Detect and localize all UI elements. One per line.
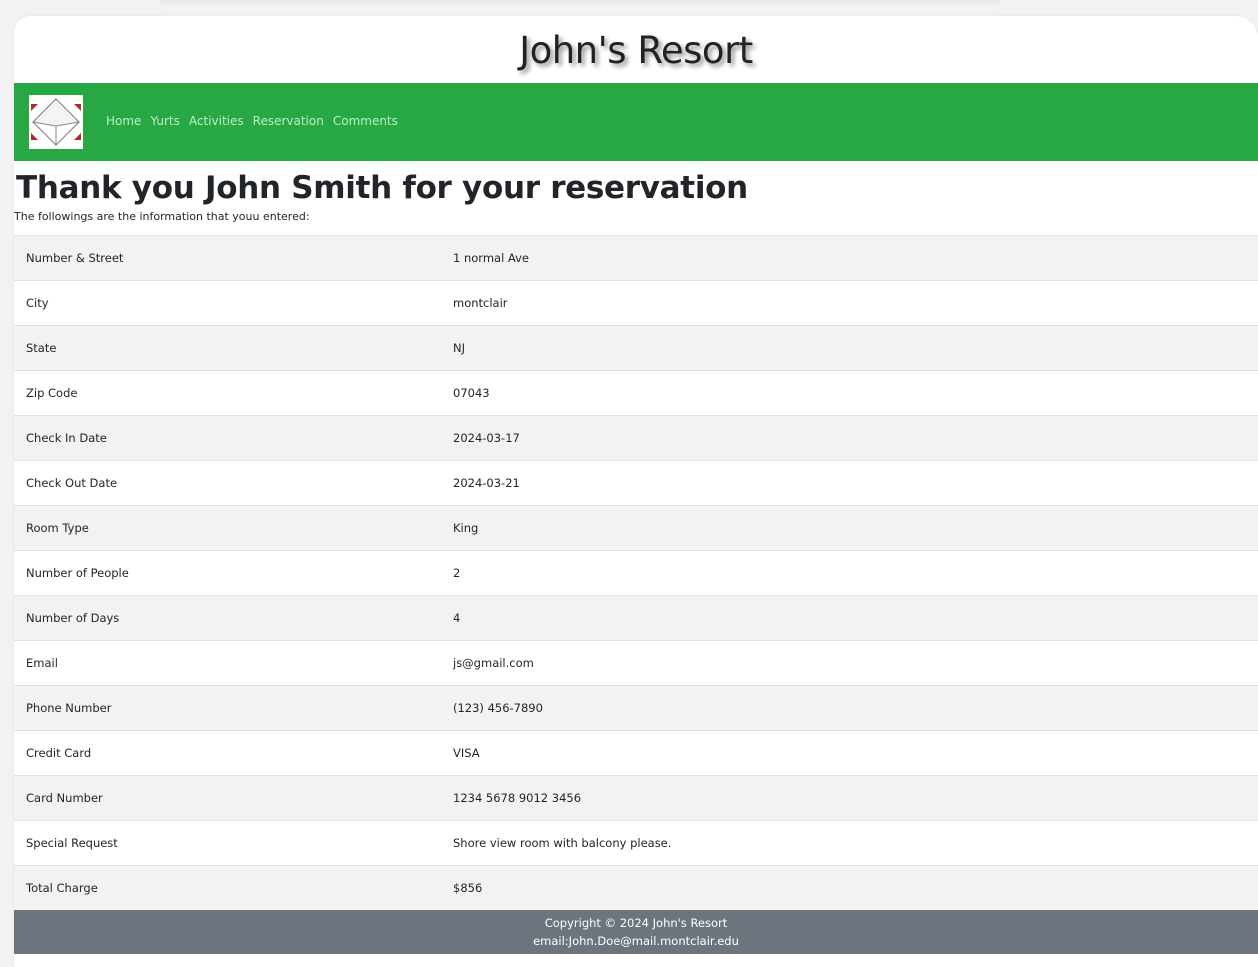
table-row: Phone Number (123) 456-7890 bbox=[14, 685, 1258, 731]
row-label: City bbox=[14, 280, 441, 326]
nav-link-comments[interactable]: Comments bbox=[333, 114, 398, 128]
row-label: Check In Date bbox=[14, 415, 441, 461]
table-row: Check In Date 2024-03-17 bbox=[14, 415, 1258, 461]
nav-link-yurts[interactable]: Yurts bbox=[150, 114, 179, 128]
row-label: Check Out Date bbox=[14, 460, 441, 506]
page-heading: Thank you John Smith for your reservatio… bbox=[16, 170, 748, 206]
row-value: 1234 5678 9012 3456 bbox=[441, 775, 1258, 821]
table-row: Room Type King bbox=[14, 505, 1258, 551]
table-row: Card Number 1234 5678 9012 3456 bbox=[14, 775, 1258, 821]
row-value: js@gmail.com bbox=[441, 640, 1258, 686]
footer-email: email:John.Doe@mail.montclair.edu bbox=[533, 934, 739, 948]
table-row: Check Out Date 2024-03-21 bbox=[14, 460, 1258, 506]
row-value: montclair bbox=[441, 280, 1258, 326]
row-label: Phone Number bbox=[14, 685, 441, 731]
row-value: (123) 456-7890 bbox=[441, 685, 1258, 731]
cube-logo-icon[interactable] bbox=[29, 95, 83, 149]
nav-links: Home Yurts Activities Reservation Commen… bbox=[106, 114, 407, 128]
row-value: VISA bbox=[441, 730, 1258, 776]
table-row: Email js@gmail.com bbox=[14, 640, 1258, 686]
table-row: Total Charge $856 bbox=[14, 865, 1258, 910]
nav-link-activities[interactable]: Activities bbox=[189, 114, 244, 128]
top-fade bbox=[160, 0, 1000, 10]
row-label: Credit Card bbox=[14, 730, 441, 776]
row-label: Special Request bbox=[14, 820, 441, 866]
row-label: Room Type bbox=[14, 505, 441, 551]
row-value: King bbox=[441, 505, 1258, 551]
row-value: 4 bbox=[441, 595, 1258, 641]
row-value: 07043 bbox=[441, 370, 1258, 416]
table-row: Number & Street 1 normal Ave bbox=[14, 235, 1258, 281]
footer: Copyright © 2024 John's Resort email:Joh… bbox=[14, 910, 1258, 954]
row-label: Email bbox=[14, 640, 441, 686]
nav-link-home[interactable]: Home bbox=[106, 114, 141, 128]
navbar: Home Yurts Activities Reservation Commen… bbox=[14, 83, 1258, 161]
row-label: Zip Code bbox=[14, 370, 441, 416]
table-row: State NJ bbox=[14, 325, 1258, 371]
site-title: John's Resort bbox=[519, 29, 753, 72]
row-value: 2024-03-21 bbox=[441, 460, 1258, 506]
row-label: Number of Days bbox=[14, 595, 441, 641]
page: John's Resort Home Yurts Activities Rese… bbox=[14, 16, 1258, 967]
row-label: Card Number bbox=[14, 775, 441, 821]
nav-link-reservation[interactable]: Reservation bbox=[253, 114, 324, 128]
row-label: Number of People bbox=[14, 550, 441, 596]
row-value: $856 bbox=[441, 865, 1258, 910]
table-row: City montclair bbox=[14, 280, 1258, 326]
table-row: Special Request Shore view room with bal… bbox=[14, 820, 1258, 866]
row-value: 2024-03-17 bbox=[441, 415, 1258, 461]
row-label: State bbox=[14, 325, 441, 371]
table-row: Number of People 2 bbox=[14, 550, 1258, 596]
row-value: NJ bbox=[441, 325, 1258, 371]
table-row: Zip Code 07043 bbox=[14, 370, 1258, 416]
row-value: Shore view room with balcony please. bbox=[441, 820, 1258, 866]
footer-copyright: Copyright © 2024 John's Resort bbox=[544, 916, 728, 930]
row-value: 1 normal Ave bbox=[441, 235, 1258, 281]
table-row: Number of Days 4 bbox=[14, 595, 1258, 641]
row-value: 2 bbox=[441, 550, 1258, 596]
row-label: Number & Street bbox=[14, 235, 441, 281]
row-label: Total Charge bbox=[14, 865, 441, 910]
reservation-table: Number & Street 1 normal Ave City montcl… bbox=[14, 235, 1258, 910]
table-row: Credit Card VISA bbox=[14, 730, 1258, 776]
page-subtext: The followings are the information that … bbox=[14, 210, 310, 223]
